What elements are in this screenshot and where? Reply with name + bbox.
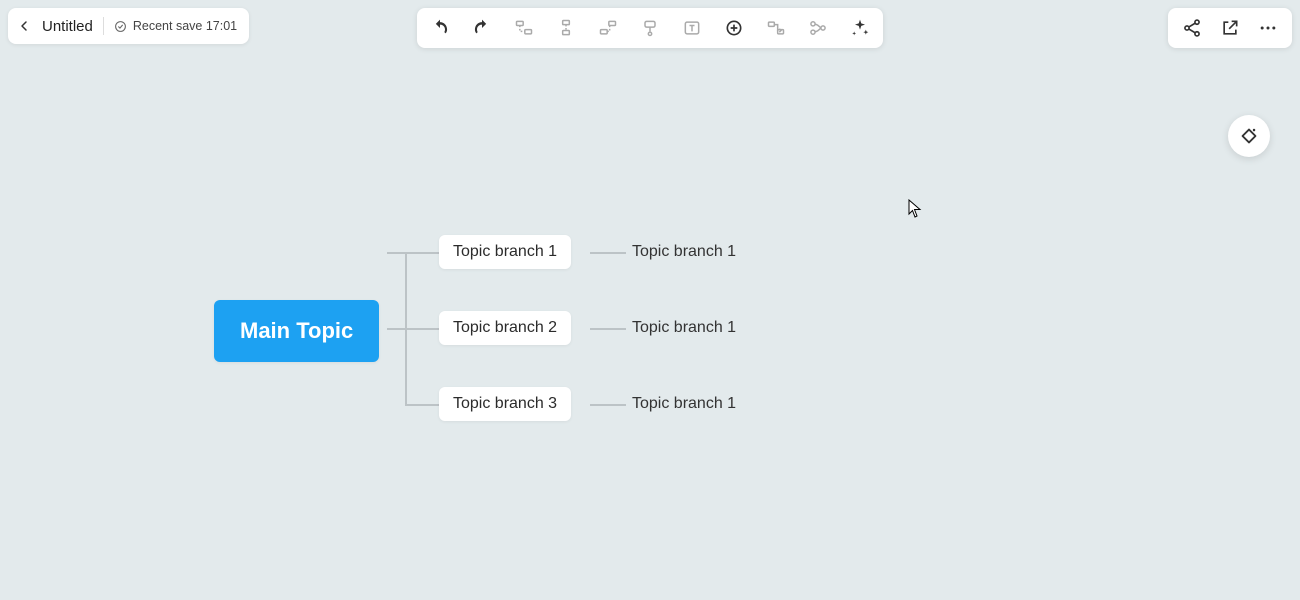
connector: [387, 252, 407, 254]
branch-node-3-label: Topic branch 3: [453, 395, 557, 412]
leaf-node-3-label: Topic branch 1: [632, 395, 736, 412]
leaf-node-2-label: Topic branch 1: [632, 319, 736, 336]
branch-node-2[interactable]: Topic branch 2: [439, 311, 571, 345]
leaf-node-1[interactable]: Topic branch 1: [632, 243, 736, 261]
leaf-node-3[interactable]: Topic branch 1: [632, 395, 736, 413]
connector: [387, 328, 407, 330]
connector: [590, 252, 626, 254]
leaf-node-2[interactable]: Topic branch 1: [632, 319, 736, 337]
branch-node-2-label: Topic branch 2: [453, 319, 557, 336]
connector: [405, 404, 439, 406]
connector: [590, 328, 626, 330]
connector: [405, 252, 439, 254]
leaf-node-1-label: Topic branch 1: [632, 243, 736, 260]
branch-node-1-label: Topic branch 1: [453, 243, 557, 260]
root-node[interactable]: Main Topic: [214, 300, 379, 362]
branch-node-3[interactable]: Topic branch 3: [439, 387, 571, 421]
connector: [590, 404, 626, 406]
root-node-label: Main Topic: [240, 318, 353, 343]
connector: [405, 328, 439, 330]
mindmap-canvas[interactable]: Main Topic Topic branch 1 Topic branch 2…: [0, 0, 1300, 600]
cursor-icon: [908, 199, 922, 219]
branch-node-1[interactable]: Topic branch 1: [439, 235, 571, 269]
